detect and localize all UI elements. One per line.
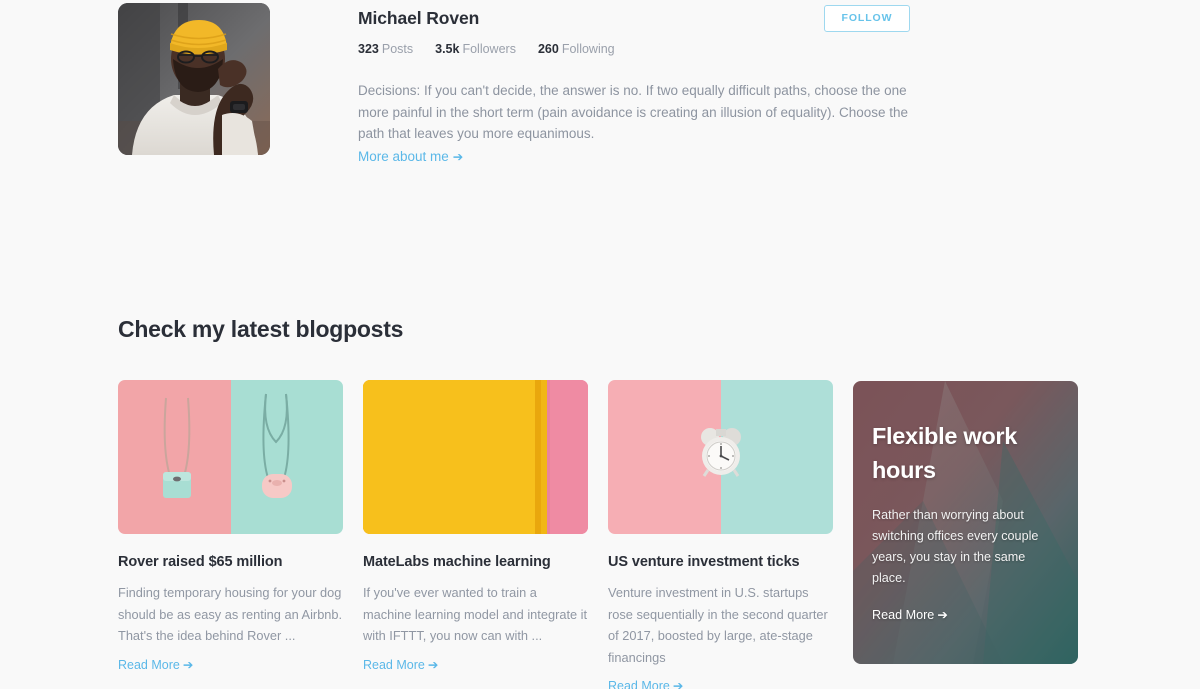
yellow-notebook-photo	[363, 380, 588, 534]
post-thumbnail[interactable]	[363, 380, 588, 534]
arrow-right-icon: ➔	[427, 657, 439, 672]
post-title: US venture investment ticks	[608, 554, 800, 570]
read-more-label: Read More	[608, 679, 670, 689]
follow-button[interactable]: FOLLOW	[824, 5, 910, 32]
profile-header: Michael Roven 323 Posts 3.5k Followers 260…	[118, 3, 1078, 168]
read-more-link[interactable]: Read More ➔	[608, 677, 683, 689]
post-excerpt: Finding temporary housing for your dog s…	[118, 585, 343, 643]
arrow-right-icon: ➔	[937, 608, 948, 622]
post-excerpt: Venture investment in U.S. startups rose…	[608, 585, 828, 665]
read-more-label: Read More	[872, 608, 935, 622]
stat-posts-value: 323	[358, 42, 379, 56]
stat-followers-value: 3.5k	[435, 42, 460, 56]
page-title: Michael Roven	[358, 8, 480, 28]
profile-stats: 323 Posts 3.5k Followers 260 Following	[358, 41, 1078, 57]
read-more-link[interactable]: Read More ➔	[363, 656, 438, 674]
alarm-clock-photo	[608, 380, 833, 534]
post-title: MateLabs machine learning	[363, 554, 551, 570]
arrow-right-icon: ➔	[672, 679, 684, 689]
avatar-photo	[118, 3, 270, 155]
read-more-label: Read More	[118, 657, 180, 672]
profile-info: Michael Roven 323 Posts 3.5k Followers 260…	[358, 3, 1078, 168]
read-more-label: Read More	[363, 657, 425, 672]
promo-content: Flexible work hours Rather than worrying…	[872, 419, 1062, 624]
post-excerpt: If you've ever wanted to train a machine…	[363, 585, 588, 643]
arrow-right-icon: ➔	[452, 149, 464, 164]
profile-page: Michael Roven 323 Posts 3.5k Followers 260…	[0, 0, 1200, 689]
stat-following-value: 260	[537, 42, 559, 56]
list-item[interactable]: US venture investment ticks Venture inve…	[608, 380, 833, 689]
stat-followers: 3.5k Followers	[435, 41, 516, 57]
post-thumbnail[interactable]	[608, 380, 833, 534]
list-item[interactable]: MateLabs machine learning If you've ever…	[363, 380, 588, 689]
section-title: Check my latest blogposts	[118, 316, 404, 342]
stat-following-label: Following	[561, 42, 615, 56]
stat-following: 260 Following	[538, 41, 615, 57]
stat-posts-label: Posts	[381, 42, 414, 56]
promo-title: Flexible work hours	[872, 423, 1017, 483]
blogpost-list: Rover raised $65 million Finding tempora…	[118, 380, 1080, 689]
profile-bio: Decisions: If you can't decide, the answ…	[358, 83, 909, 141]
more-about-me-label: More about me	[358, 148, 449, 164]
handbags-photo	[118, 380, 343, 534]
promo-card[interactable]: Flexible work hours Rather than worrying…	[853, 381, 1078, 664]
arrow-right-icon: ➔	[182, 657, 194, 672]
read-more-link[interactable]: Read More ➔	[118, 656, 193, 674]
post-thumbnail[interactable]	[118, 380, 343, 534]
more-about-me-link[interactable]: More about me ➔	[358, 146, 463, 169]
read-more-link[interactable]: Read More ➔	[872, 607, 948, 622]
stat-followers-label: Followers	[462, 42, 516, 56]
promo-text: Rather than worrying about switching off…	[872, 508, 1039, 585]
post-title: Rover raised $65 million	[118, 554, 283, 570]
avatar	[118, 3, 270, 155]
stat-posts: 323 Posts	[358, 41, 413, 57]
list-item[interactable]: Rover raised $65 million Finding tempora…	[118, 380, 343, 689]
